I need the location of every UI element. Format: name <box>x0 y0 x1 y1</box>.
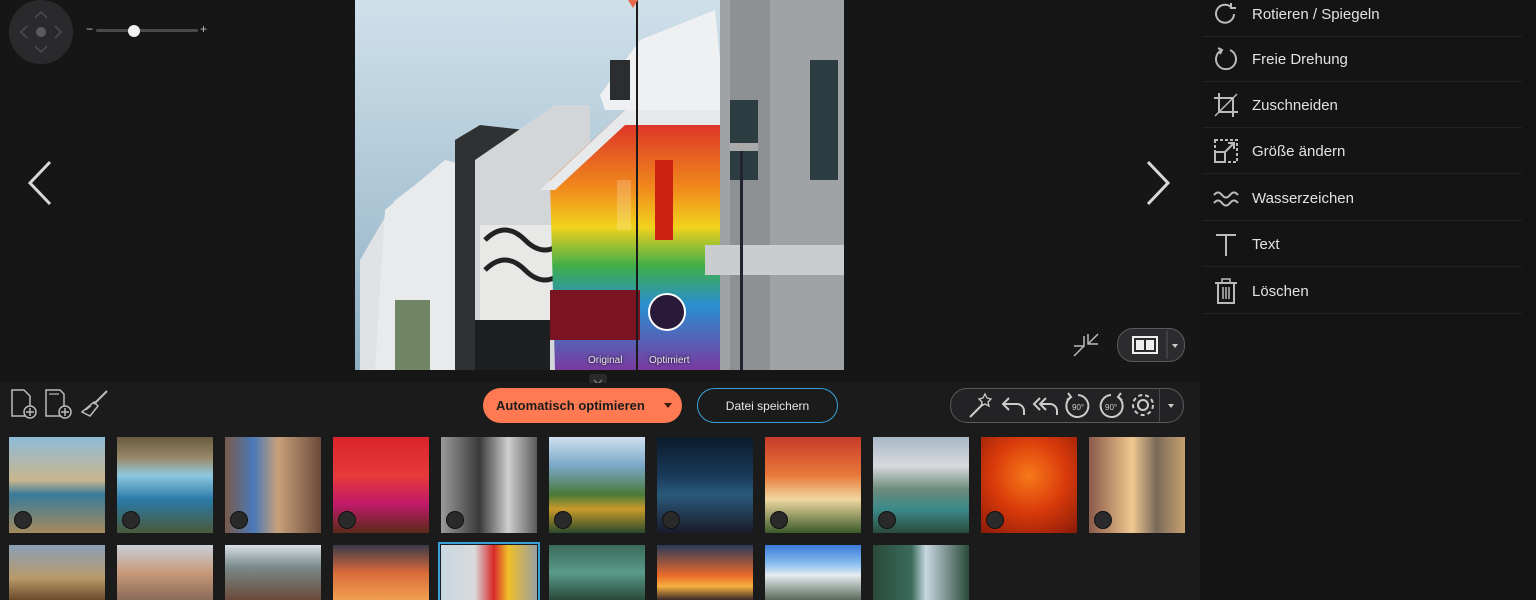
thumbnail-reef[interactable] <box>549 545 645 600</box>
view-mode-dropdown[interactable] <box>1117 328 1185 362</box>
rotate-left-90-icon: 90° <box>1065 392 1090 418</box>
action-toolbar: 90° 90° <box>950 388 1184 423</box>
select-checkbox[interactable] <box>770 511 788 529</box>
undo-button[interactable] <box>999 389 1029 422</box>
compare-divider-handle[interactable] <box>628 0 638 8</box>
add-folder-button[interactable] <box>43 388 75 420</box>
add-file-button[interactable] <box>8 388 40 420</box>
chevron-down-icon <box>1168 404 1174 408</box>
select-checkbox[interactable] <box>230 511 248 529</box>
thumbnail-orange-sunset[interactable] <box>657 545 753 600</box>
select-checkbox[interactable] <box>554 511 572 529</box>
watermark-icon <box>1213 191 1239 207</box>
zoom-slider-handle[interactable] <box>127 25 140 37</box>
chevron-down-icon[interactable] <box>664 403 672 408</box>
menu-item-delete[interactable]: Löschen <box>1202 269 1522 314</box>
select-checkbox[interactable] <box>14 511 32 529</box>
select-checkbox[interactable] <box>338 511 356 529</box>
select-checkbox[interactable] <box>986 511 1004 529</box>
rotate-right-button[interactable]: 90° <box>1096 389 1126 422</box>
shrink-icon <box>1073 333 1099 357</box>
select-checkbox[interactable] <box>1094 511 1112 529</box>
chevron-left-icon <box>27 160 52 206</box>
thumbnail-mountain-sky[interactable] <box>765 545 861 600</box>
gear-icon <box>1132 394 1154 416</box>
thumbnail-night-city[interactable] <box>657 437 753 533</box>
magic-wand-button[interactable] <box>965 389 995 422</box>
pan-arrows-icon <box>19 10 63 54</box>
add-folder-icon <box>45 389 72 419</box>
zoom-slider[interactable] <box>96 29 198 32</box>
compare-divider[interactable] <box>636 0 638 370</box>
menu-item-resize[interactable]: Größe ändern <box>1202 129 1522 174</box>
shrink-view-button[interactable] <box>1070 330 1102 362</box>
thumbnail-red-leaves[interactable] <box>981 437 1077 533</box>
auto-optimize-label: Automatisch optimieren <box>496 398 645 413</box>
add-file-icon <box>11 389 37 419</box>
menu-item-rotate-flip[interactable]: Rotieren / Spiegeln <box>1202 0 1522 37</box>
split-view-icon <box>1132 331 1178 359</box>
undo-all-icon <box>1032 397 1058 415</box>
next-image-button[interactable] <box>1138 158 1178 208</box>
select-checkbox[interactable] <box>662 511 680 529</box>
magic-wand-icon <box>969 392 993 418</box>
thumbnail-city-roofs[interactable] <box>117 545 213 600</box>
menu-item-watermark[interactable]: Wasserzeichen <box>1202 176 1522 221</box>
chevron-right-icon <box>1146 160 1171 206</box>
menu-item-label: Text <box>1252 235 1280 253</box>
svg-text:90°: 90° <box>1105 403 1117 412</box>
street-photo <box>355 0 844 370</box>
menu-item-label: Löschen <box>1252 282 1309 300</box>
trash-icon <box>1215 278 1237 304</box>
thumbnail-rooftops[interactable] <box>225 545 321 600</box>
svg-text:90°: 90° <box>1072 403 1084 412</box>
rotate-right-90-icon: 90° <box>1099 392 1124 418</box>
thumbnail-bw-tower[interactable] <box>441 437 537 533</box>
menu-item-free-rotate[interactable]: Freie Drehung <box>1202 37 1522 82</box>
auto-optimize-button[interactable]: Automatisch optimieren <box>483 388 682 423</box>
action-dropdown-button[interactable] <box>1159 389 1184 422</box>
free-rotate-icon <box>1215 47 1237 71</box>
pan-navigator[interactable] <box>9 0 73 64</box>
text-icon <box>1216 234 1236 256</box>
menu-item-label: Zuschneiden <box>1252 96 1338 114</box>
menu-item-text[interactable]: Text <box>1202 222 1522 267</box>
menu-item-crop[interactable]: Zuschneiden <box>1202 83 1522 128</box>
undo-all-button[interactable] <box>1031 389 1061 422</box>
menu-item-label: Rotieren / Spiegeln <box>1252 5 1380 23</box>
resize-icon <box>1214 139 1238 163</box>
thumbnail-red-lanterns[interactable] <box>333 437 429 533</box>
zoom-out-button[interactable]: − <box>86 22 93 36</box>
thumbnail-cathedral[interactable] <box>225 437 321 533</box>
menu-item-label: Größe ändern <box>1252 142 1346 160</box>
thumbnail-waterfall[interactable] <box>117 437 213 533</box>
preview-image[interactable] <box>355 0 844 370</box>
thumbnail-mountain-lake[interactable] <box>873 437 969 533</box>
settings-button[interactable] <box>1128 389 1158 422</box>
select-checkbox[interactable] <box>122 511 140 529</box>
rotate-flip-icon <box>1215 3 1236 24</box>
thumbnail-forest-waterfall[interactable] <box>873 545 969 600</box>
save-file-button[interactable]: Datei speichern <box>697 388 838 423</box>
original-label: Original <box>588 355 623 366</box>
select-checkbox[interactable] <box>878 511 896 529</box>
clear-list-button[interactable] <box>79 388 111 420</box>
optimized-label: Optimiert <box>649 355 690 366</box>
undo-icon <box>1001 397 1025 415</box>
menu-item-label: Freie Drehung <box>1252 50 1348 68</box>
brush-icon <box>80 390 108 417</box>
select-checkbox[interactable] <box>446 511 464 529</box>
previous-image-button[interactable] <box>22 158 62 208</box>
thumbnail-hill-town[interactable] <box>9 545 105 600</box>
menu-item-label: Wasserzeichen <box>1252 189 1354 207</box>
thumbnail-autumn-house[interactable] <box>765 437 861 533</box>
thumbnail-rainbow-street[interactable] <box>438 542 540 600</box>
rotate-left-button[interactable]: 90° <box>1063 389 1093 422</box>
crop-icon <box>1214 93 1238 117</box>
thumbnail-pagoda[interactable] <box>549 437 645 533</box>
thumbnail-sunset-palm[interactable] <box>333 545 429 600</box>
thumbnail-coast-cliffs[interactable] <box>9 437 105 533</box>
zoom-in-button[interactable]: + <box>200 22 207 36</box>
thumbnail-old-street[interactable] <box>1089 437 1185 533</box>
